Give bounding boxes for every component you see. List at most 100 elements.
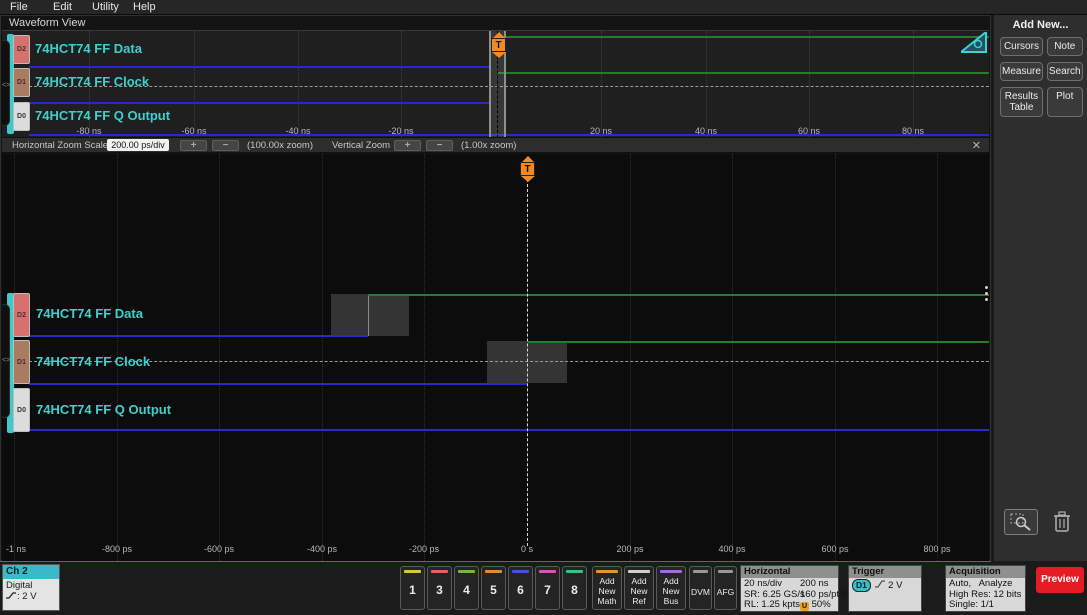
channel-label-clock[interactable]: 74HCT74 FF Clock (36, 354, 150, 369)
h-zoom-minus-button[interactable]: − (212, 140, 239, 151)
dvm-button[interactable]: DVM (689, 566, 712, 610)
zoom-magnifier-icon (1010, 513, 1031, 531)
channel-badge-d2[interactable]: D2 (13, 35, 30, 64)
trigger-source-badge: D1 (852, 579, 871, 592)
h-zoom-scale-label: Horizontal Zoom Scale (12, 140, 109, 151)
add-new-math-button[interactable]: Add New Math (592, 566, 622, 610)
zoomed-waveform-view[interactable]: T <> D2 D1 D0 74HCT74 FF Data 74HCT74 FF… (2, 154, 989, 561)
gridline (298, 31, 299, 137)
clock-trace-low (29, 383, 528, 385)
zoom-tick: -400 ps (306, 544, 338, 554)
preview-border-line (0, 561, 991, 562)
zoom-overview-corner-icon[interactable] (961, 32, 987, 53)
gridline (630, 154, 631, 561)
menu-help[interactable]: Help (133, 1, 156, 13)
waveform-view-panel: Waveform View <> D2 D1 D0 74HCT74 FF Dat… (0, 15, 991, 561)
channel-badge-d0[interactable]: D0 (13, 388, 30, 432)
cursors-button[interactable]: Cursors (1000, 37, 1043, 56)
menu-file[interactable]: File (10, 1, 28, 13)
q-output-trace-low (29, 134, 989, 136)
trigger-point-icon (520, 176, 535, 182)
channel-button-8[interactable]: 8 (562, 566, 587, 610)
bottom-bar: Ch 2 Digital : 2 V 1 3 4 5 6 7 8 Add New… (0, 561, 1087, 615)
data-trace-low (29, 66, 491, 68)
gridline (835, 154, 836, 561)
channel-label-clock[interactable]: 74HCT74 FF Clock (35, 74, 149, 89)
add-new-ref-button[interactable]: Add New Ref (624, 566, 654, 610)
overview-tick: 80 ns (901, 126, 925, 136)
overview-tick: 40 ns (694, 126, 718, 136)
zoom-tool-button[interactable] (1004, 509, 1038, 535)
channel-button-3[interactable]: 3 (427, 566, 452, 610)
zoom-tick: 400 ps (718, 544, 746, 554)
q-output-trace-low (29, 429, 989, 431)
channel-button-5[interactable]: 5 (481, 566, 506, 610)
plot-button[interactable]: Plot (1046, 87, 1083, 117)
gridline (219, 154, 220, 561)
data-trace-high (497, 36, 989, 38)
channel-label-qout[interactable]: 74HCT74 FF Q Output (36, 402, 171, 417)
trigger-t-icon: T (491, 38, 506, 52)
clock-trace-high (497, 72, 989, 74)
note-button[interactable]: Note (1046, 37, 1083, 56)
gridline (913, 31, 914, 137)
channel-button-1[interactable]: 1 (400, 566, 425, 610)
channel-badge-d1[interactable]: D1 (13, 68, 30, 97)
overview-tick: -80 ns (76, 126, 102, 136)
menu-utility[interactable]: Utility (92, 1, 119, 13)
trigger-marker-overview[interactable]: T (490, 32, 507, 58)
zoom-tick: -800 ps (101, 544, 133, 554)
zoom-close-icon[interactable]: ✕ (972, 139, 981, 152)
data-transition-region (331, 294, 409, 336)
overview-tick: -40 ns (285, 126, 311, 136)
channel-badge-d2[interactable]: D2 (13, 293, 30, 337)
channel-label-data[interactable]: 74HCT74 FF Data (35, 41, 142, 56)
trigger-source-marker: <> (2, 82, 11, 89)
trash-icon[interactable] (1052, 510, 1072, 534)
afg-button[interactable]: AFG (714, 566, 737, 610)
preview-button[interactable]: Preview (1036, 567, 1084, 593)
data-transition-edge (368, 294, 369, 336)
gridline (194, 31, 195, 137)
h-zoom-scale-value[interactable]: 200.00 ps/div (107, 139, 169, 151)
waveform-view-tab[interactable]: Waveform View (9, 17, 85, 29)
gridline (937, 154, 938, 561)
zoom-tick: 200 ps (616, 544, 644, 554)
panel-drag-handle[interactable] (985, 286, 988, 301)
gridline (732, 154, 733, 561)
add-new-title: Add New... (1012, 19, 1069, 31)
trigger-title: Trigger (849, 566, 921, 578)
h-zoom-plus-button[interactable]: + (180, 140, 207, 151)
channel2-badge[interactable]: Ch 2 Digital : 2 V (2, 564, 60, 611)
channel-badge-d1[interactable]: D1 (13, 340, 30, 384)
search-button[interactable]: Search (1046, 62, 1083, 81)
channel-button-4[interactable]: 4 (454, 566, 479, 610)
channel-label-data[interactable]: 74HCT74 FF Data (36, 306, 143, 321)
menu-edit[interactable]: Edit (53, 1, 72, 13)
measure-button[interactable]: Measure (1000, 62, 1043, 81)
channel-label-qout[interactable]: 74HCT74 FF Q Output (35, 108, 170, 123)
v-zoom-plus-button[interactable]: + (394, 140, 421, 151)
clock-trigger-level-line (29, 86, 989, 87)
gridline (706, 31, 707, 137)
waveform-overview[interactable]: <> D2 D1 D0 74HCT74 FF Data 74HCT74 FF C… (2, 30, 989, 137)
results-table-button[interactable]: Results Table (1000, 87, 1043, 117)
horizontal-title: Horizontal (741, 566, 838, 578)
add-new-panel: Add New... Cursors Note Measure Search R… (992, 15, 1087, 561)
channel-badge-d0[interactable]: D0 (13, 102, 30, 131)
v-zoom-factor: (1.00x zoom) (461, 140, 517, 151)
channel-button-6[interactable]: 6 (508, 566, 533, 610)
zoom-tick: -200 ps (408, 544, 440, 554)
horizontal-settings[interactable]: Horizontal 20 ns/div 200 ns SR: 6.25 GS/s… (740, 565, 853, 612)
add-new-bus-button[interactable]: Add New Bus (656, 566, 686, 610)
overview-tick: -60 ns (181, 126, 207, 136)
zoom-scale-bar: Horizontal Zoom Scale 200.00 ps/div + − … (2, 137, 989, 153)
trigger-marker-zoom[interactable]: T (519, 156, 536, 182)
trigger-t-icon: T (520, 162, 535, 176)
gridline (601, 31, 602, 137)
channel-button-7[interactable]: 7 (535, 566, 560, 610)
gridline (322, 154, 323, 561)
trigger-settings[interactable]: Trigger D1 2 V (848, 565, 922, 612)
v-zoom-minus-button[interactable]: − (426, 140, 453, 151)
acquisition-settings[interactable]: Acquisition Auto, Analyze High Res: 12 b… (945, 565, 1026, 612)
